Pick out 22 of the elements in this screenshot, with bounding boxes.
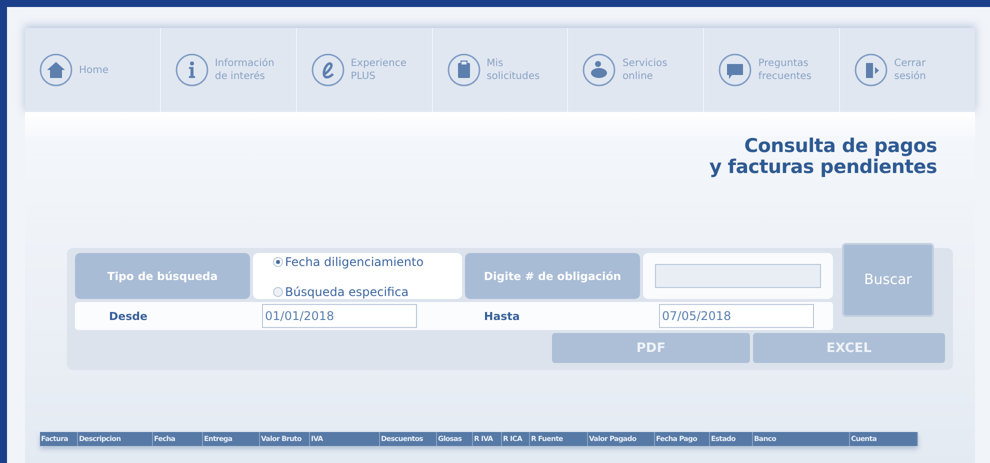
door-exit-icon <box>854 53 888 87</box>
home-icon <box>39 53 73 87</box>
from-label: Desde <box>108 310 148 322</box>
to-label: Hasta <box>484 310 521 322</box>
clipboard-icon <box>446 53 481 87</box>
radio-icon[interactable] <box>273 257 283 267</box>
radio-option[interactable]: Fecha diligenciamiento <box>273 255 454 269</box>
export-button[interactable]: PDF <box>552 333 750 363</box>
info-icon <box>174 53 209 87</box>
export-button[interactable]: EXCEL <box>753 333 945 363</box>
nav-item[interactable]: Cerrar sesión <box>840 28 976 112</box>
search-type-label: Tipo de búsqueda <box>75 253 250 299</box>
obligation-input-field[interactable] <box>655 264 821 288</box>
obligation-label: Digite # de obligación <box>465 253 640 299</box>
from-date-field[interactable]: 01/01/2018 <box>262 304 417 328</box>
speech-bubble-icon <box>718 53 752 87</box>
page-title: Consulta de pagos y facturas pendientes <box>709 136 937 178</box>
search-button[interactable]: Buscar <box>842 243 934 317</box>
radio-icon[interactable] <box>273 287 283 297</box>
radio-option[interactable]: Búsqueda especifica <box>273 285 454 299</box>
letter-e-icon <box>310 53 345 87</box>
to-date-field[interactable]: 07/05/2018 <box>659 304 814 328</box>
